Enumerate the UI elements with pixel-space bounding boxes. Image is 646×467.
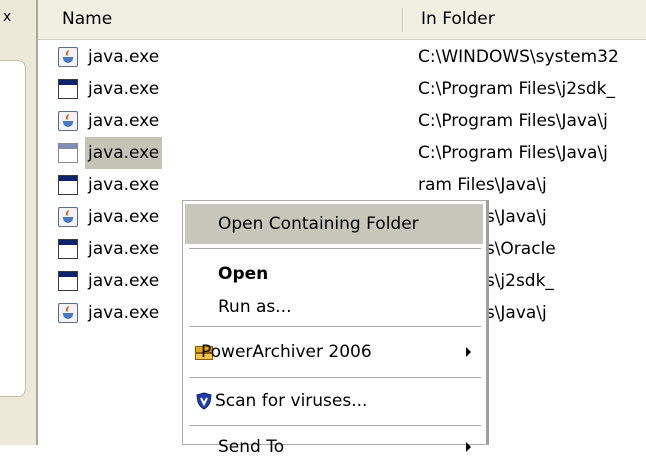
- shield-icon: [195, 392, 213, 410]
- console-window-icon: [58, 79, 78, 99]
- java-icon: [58, 207, 78, 227]
- menu-separator: [189, 377, 481, 378]
- menu-item-send-to[interactable]: Send To: [185, 427, 483, 467]
- console-window-icon: [58, 143, 78, 163]
- file-name: java.exe: [88, 111, 160, 131]
- list-item[interactable]: java.exe ram Files\Java\j: [38, 169, 646, 201]
- java-icon: [58, 303, 78, 323]
- menu-separator: [189, 425, 481, 426]
- list-item[interactable]: java.exe C:\Program Files\j2sdk_: [38, 73, 646, 105]
- menu-item-run-as[interactable]: Run as...: [185, 287, 483, 327]
- console-window-icon: [58, 175, 78, 195]
- menu-item-powerarchiver[interactable]: PowerArchiver 2006: [185, 332, 483, 372]
- file-folder: C:\Program Files\Java\j: [418, 143, 608, 163]
- close-pane-icon[interactable]: x: [3, 10, 11, 24]
- file-name: java.exe: [85, 137, 163, 169]
- column-divider-highlight: [403, 8, 404, 32]
- menu-item-scan-for-viruses[interactable]: Scan for viruses...: [185, 381, 483, 421]
- file-folder: C:\Program Files\j2sdk_: [418, 79, 616, 99]
- submenu-arrow-icon: [466, 347, 471, 357]
- submenu-arrow-icon: [466, 442, 471, 452]
- column-header-name[interactable]: Name: [62, 0, 112, 39]
- list-item-selected[interactable]: java.exe C:\Program Files\Java\j: [38, 137, 646, 169]
- file-folder: C:\Program Files\Java\j: [418, 111, 608, 131]
- file-name: java.exe: [88, 239, 160, 259]
- java-icon: [58, 111, 78, 131]
- file-folder: ram Files\Java\j: [418, 175, 547, 195]
- search-pane: x: [0, 0, 38, 445]
- list-item[interactable]: java.exe C:\Program Files\Java\j: [38, 105, 646, 137]
- menu-separator: [189, 248, 481, 249]
- file-name: java.exe: [88, 207, 160, 227]
- file-name: java.exe: [88, 79, 160, 99]
- list-header: Name In Folder: [38, 0, 646, 40]
- file-name: java.exe: [88, 303, 160, 323]
- file-folder: C:\WINDOWS\system32: [418, 47, 619, 67]
- console-window-icon: [58, 271, 78, 291]
- context-menu: Open Containing Folder Open Run as... Po…: [182, 200, 489, 457]
- list-item[interactable]: java.exe C:\WINDOWS\system32: [38, 41, 646, 73]
- file-name: java.exe: [88, 175, 160, 195]
- column-header-in-folder[interactable]: In Folder: [421, 0, 495, 39]
- file-name: java.exe: [88, 47, 160, 67]
- menu-item-open-containing-folder[interactable]: Open Containing Folder: [185, 204, 483, 244]
- search-pane-panel: [0, 60, 26, 397]
- file-name: java.exe: [88, 271, 160, 291]
- java-icon: [58, 47, 78, 67]
- console-window-icon: [58, 239, 78, 259]
- menu-separator: [189, 326, 481, 327]
